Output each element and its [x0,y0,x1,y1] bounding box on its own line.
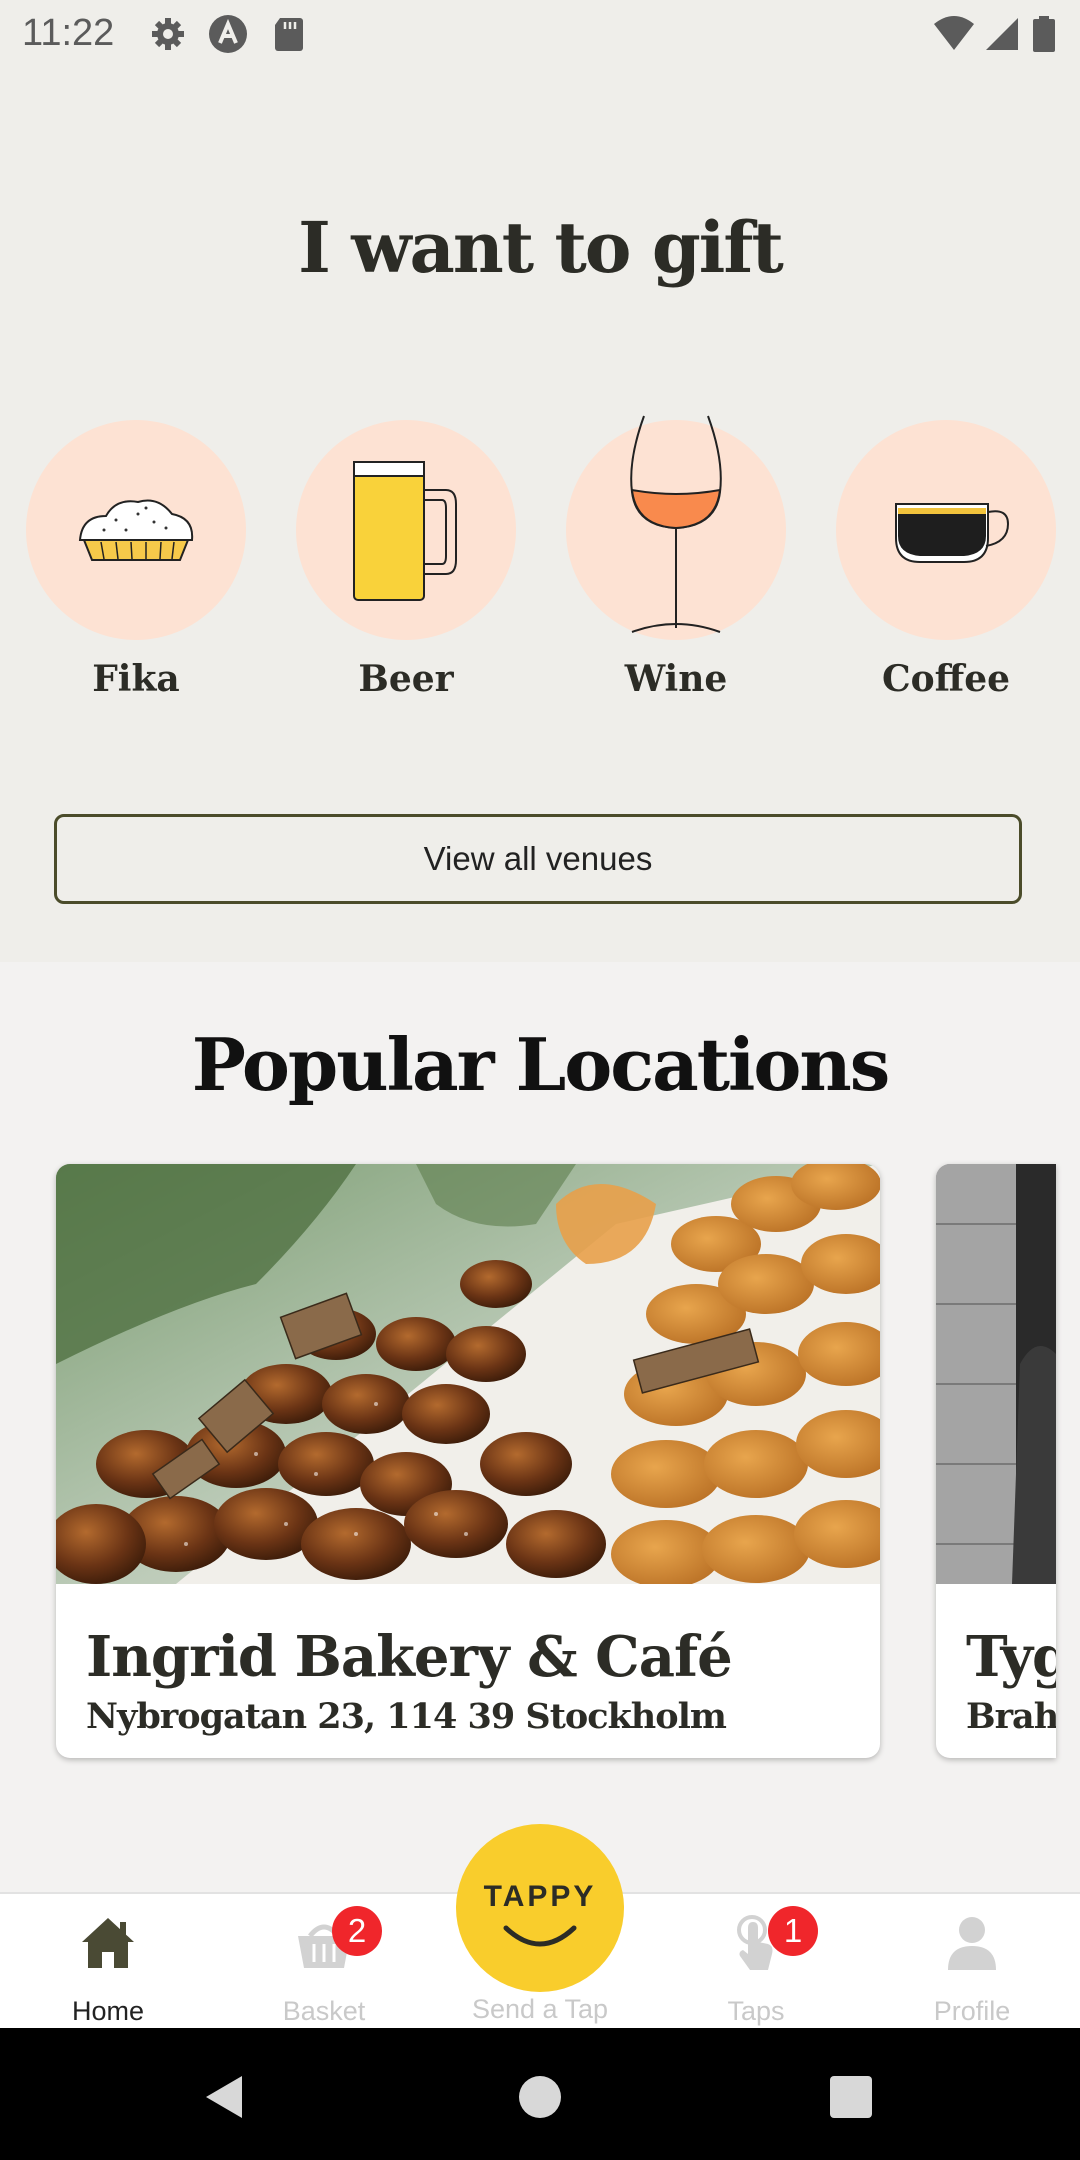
bakery-photo [56,1164,880,1584]
tab-taps[interactable]: 1 Taps [648,1894,864,2030]
popular-section: Popular Locations Ingrid Bakery & Café N… [0,962,1080,1892]
system-nav-bar [0,2028,1080,2160]
location-name: Ingrid Bakery & Café [86,1624,733,1690]
sd-card-icon [275,18,303,51]
tab-label: Taps [727,1996,785,2026]
home-circle-icon[interactable] [517,2074,563,2120]
fika-circle [26,420,246,640]
basket-badge: 2 [332,1906,382,1956]
gift-heading: I want to gift [298,206,784,289]
tab-label: Home [71,1996,145,2026]
location-name: Tyg [966,1624,1056,1690]
wifi-icon [934,16,974,50]
popular-heading: Popular Locations [191,1022,891,1107]
category-label: Coffee [881,658,1011,700]
beer-circle [296,420,516,640]
status-bar: 11:22 [0,0,1080,66]
coffee-circle [836,420,1056,640]
tab-profile[interactable]: Profile [864,1894,1080,2030]
back-icon[interactable] [200,2072,250,2122]
location-card[interactable]: Ingrid Bakery & Café Nybrogatan 23, 114 … [56,1164,880,1758]
coffee-cup-icon [895,503,1010,563]
status-time: 11:22 [22,12,115,54]
location-card[interactable]: Tyg Brah [936,1164,1056,1758]
profile-icon [948,1917,996,1970]
category-label: Beer [358,658,454,700]
settings-icon [152,18,184,50]
location-address: Brah [966,1696,1056,1737]
view-all-venues-button[interactable]: View all venues [54,814,1022,904]
category-wine[interactable]: Wine [566,415,786,700]
battery-icon [1033,16,1055,52]
tab-basket[interactable]: 2 Basket [216,1894,432,2030]
app-a-icon [209,15,247,53]
home-icon [82,1918,134,1968]
wine-circle [566,415,786,640]
signal-icon [986,18,1018,50]
location-address: Nybrogatan 23, 114 39 Stockholm [86,1696,727,1737]
wine-glass-icon [630,415,722,633]
tab-label-send: Send a Tap [471,1994,609,2024]
smile-icon [503,1925,577,1947]
category-label: Fika [92,658,180,700]
category-fika[interactable]: Fika [26,420,246,700]
send-tap-button[interactable]: TAPPY [456,1824,624,1992]
taps-badge: 1 [768,1906,818,1956]
tab-label: Profile [933,1996,1011,2026]
category-label: Wine [624,658,728,700]
category-beer[interactable]: Beer [296,420,516,700]
tab-home[interactable]: Home [0,1894,216,2030]
recents-icon[interactable] [830,2076,872,2118]
tab-label: Basket [282,1996,366,2026]
location-photo [936,1164,1056,1584]
bun-icon [78,499,194,561]
category-coffee[interactable]: Coffee [836,420,1056,700]
beer-mug-icon [353,461,457,601]
